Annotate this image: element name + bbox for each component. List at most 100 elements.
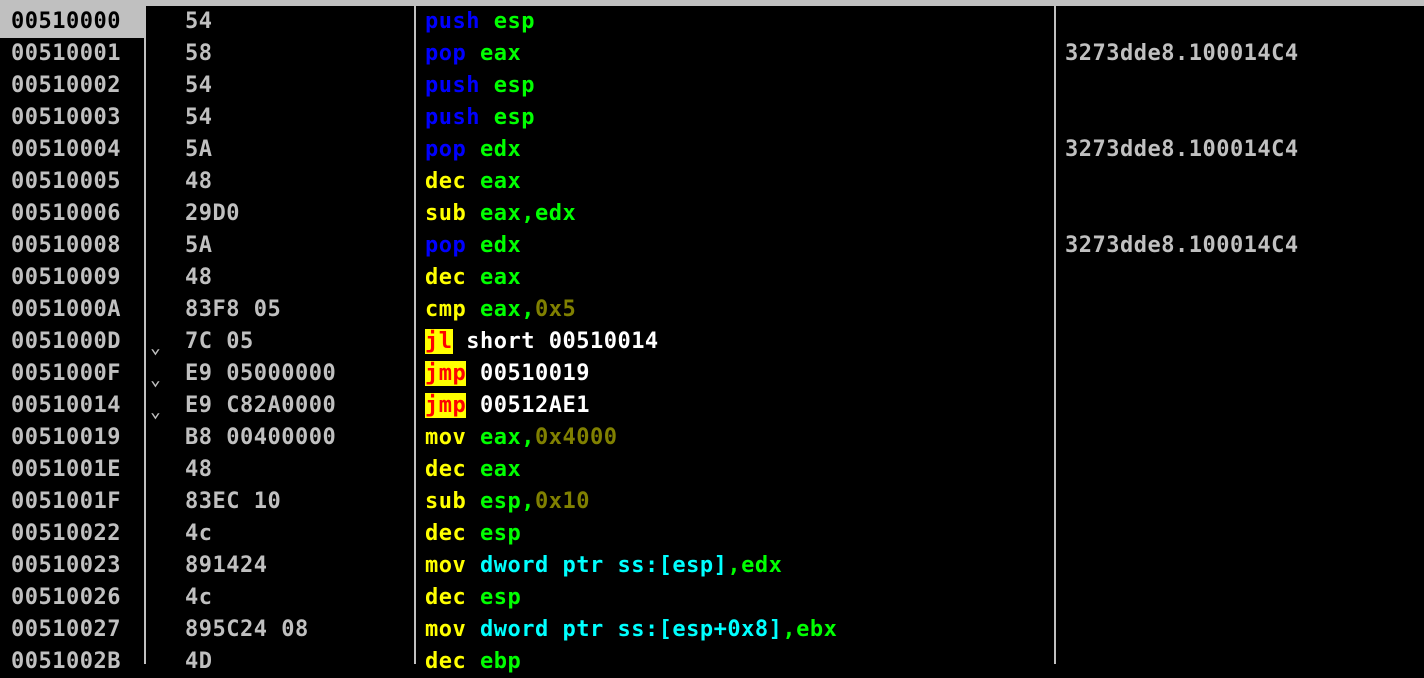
row-address[interactable]: 00510005 xyxy=(0,166,144,198)
disasm-row[interactable]: 0051000D ⌄ 7C 05 jl short 00510014 xyxy=(0,326,1424,358)
row-instruction[interactable]: mov dword ptr ss:[esp+0x8],ebx xyxy=(425,614,837,646)
row-address[interactable]: 00510027 xyxy=(0,614,144,646)
disasm-row[interactable]: 00510004 5A pop edx 3273dde8.100014C4 xyxy=(0,134,1424,166)
row-instruction[interactable]: push esp xyxy=(425,6,535,38)
row-instruction[interactable]: dec eax xyxy=(425,166,521,198)
operand: esp xyxy=(480,585,522,610)
operand xyxy=(466,265,480,290)
row-instruction[interactable]: mov dword ptr ss:[esp],edx xyxy=(425,550,782,582)
row-instruction[interactable]: sub esp,0x10 xyxy=(425,486,590,518)
operand: 00510014 xyxy=(548,329,659,354)
row-instruction[interactable]: push esp xyxy=(425,70,535,102)
mnemonic: mov xyxy=(425,425,467,450)
mnemonic: pop xyxy=(425,137,467,162)
operand: 0x10 xyxy=(534,489,590,514)
row-address[interactable]: 00510014 xyxy=(0,390,144,422)
row-instruction[interactable]: jl short 00510014 xyxy=(425,326,659,358)
row-address[interactable]: 00510003 xyxy=(0,102,144,134)
row-hex-bytes: 58 xyxy=(185,41,213,66)
disasm-row[interactable]: 00510003 54 push esp xyxy=(0,102,1424,134)
row-address[interactable]: 00510004 xyxy=(0,134,144,166)
row-instruction[interactable]: dec ebp xyxy=(425,646,521,678)
row-address[interactable]: 00510006 xyxy=(0,198,144,230)
disasm-row[interactable]: 00510001 58 pop eax 3273dde8.100014C4 xyxy=(0,38,1424,70)
disasm-row[interactable]: 0051002B 4D dec ebp xyxy=(0,646,1424,678)
row-hex-bytes: 5A xyxy=(185,137,213,162)
disasm-row[interactable]: 00510027 895C24 08 mov dword ptr ss:[esp+0… xyxy=(0,614,1424,646)
row-address[interactable]: 0051000D xyxy=(0,326,144,358)
row-instruction[interactable]: mov eax,0x4000 xyxy=(425,422,617,454)
row-address[interactable]: 00510019 xyxy=(0,422,144,454)
disasm-row[interactable]: 00510014 ⌄ E9 C82A0000 jmp 00512AE1 xyxy=(0,390,1424,422)
row-hex-bytes: E9 C82A0000 xyxy=(185,393,337,418)
disassembly-listing[interactable]: 00510000 54 push esp 00510001 58 pop eax 3273d… xyxy=(0,6,1424,678)
row-hex-bytes: 4D xyxy=(185,649,213,674)
row-comment: 3273dde8.100014C4 xyxy=(1065,41,1299,66)
operand xyxy=(466,201,480,226)
row-instruction[interactable]: jmp 00510019 xyxy=(425,358,590,390)
disasm-row[interactable]: 0051001E 48 dec eax xyxy=(0,454,1424,486)
row-address[interactable]: 00510000 xyxy=(0,6,144,38)
operand: ,ebx xyxy=(782,617,838,642)
row-instruction[interactable]: pop edx xyxy=(425,134,521,166)
row-hex-bytes: 891424 xyxy=(185,553,268,578)
row-address[interactable]: 00510002 xyxy=(0,70,144,102)
disasm-row[interactable]: 00510022 4c dec esp xyxy=(0,518,1424,550)
row-hex-bytes: 54 xyxy=(185,105,213,130)
row-hex-bytes: 7C 05 xyxy=(185,329,254,354)
row-address[interactable]: 00510001 xyxy=(0,38,144,70)
row-instruction[interactable]: push esp xyxy=(425,102,535,134)
disasm-row[interactable]: 0051001F 83EC 10 sub esp,0x10 xyxy=(0,486,1424,518)
row-hex-bytes: 48 xyxy=(185,457,213,482)
operand: esp xyxy=(493,9,535,34)
disasm-row[interactable]: 00510005 48 dec eax xyxy=(0,166,1424,198)
operand: edx xyxy=(480,233,522,258)
row-instruction[interactable]: dec esp xyxy=(425,518,521,550)
row-address[interactable]: 00510026 xyxy=(0,582,144,614)
disasm-row[interactable]: 0051000A 83F8 05 cmp eax,0x5 xyxy=(0,294,1424,326)
row-instruction[interactable]: jmp 00512AE1 xyxy=(425,390,590,422)
row-instruction[interactable]: dec eax xyxy=(425,454,521,486)
operand: ,edx xyxy=(727,553,783,578)
row-hex-bytes: 48 xyxy=(185,265,213,290)
operand: eax xyxy=(480,265,522,290)
operand: eax xyxy=(480,41,522,66)
disasm-row[interactable]: 00510019 B8 00400000 mov eax,0x4000 xyxy=(0,422,1424,454)
row-address[interactable]: 00510008 xyxy=(0,230,144,262)
operand xyxy=(466,585,480,610)
disasm-row[interactable]: 00510000 54 push esp xyxy=(0,6,1424,38)
row-instruction[interactable]: dec eax xyxy=(425,262,521,294)
disasm-row[interactable]: 00510026 4c dec esp xyxy=(0,582,1424,614)
disasm-row[interactable]: 00510002 54 push esp xyxy=(0,70,1424,102)
disasm-row[interactable]: 0051000F ⌄ E9 05000000 jmp 00510019 xyxy=(0,358,1424,390)
operand: 0x5 xyxy=(534,297,577,322)
row-instruction[interactable]: dec esp xyxy=(425,582,521,614)
row-address[interactable]: 0051000A xyxy=(0,294,144,326)
operand: eax, xyxy=(480,297,535,322)
row-address[interactable]: 00510023 xyxy=(0,550,144,582)
row-address[interactable]: 00510022 xyxy=(0,518,144,550)
row-instruction[interactable]: cmp eax,0x5 xyxy=(425,294,576,326)
disasm-row[interactable]: 00510006 29D0 sub eax,edx xyxy=(0,198,1424,230)
row-hex-bytes: 83F8 05 xyxy=(185,297,282,322)
operand xyxy=(466,617,480,642)
row-address[interactable]: 0051000F xyxy=(0,358,144,390)
operand: eax xyxy=(480,457,522,482)
row-instruction[interactable]: pop eax xyxy=(425,38,521,70)
disasm-row[interactable]: 00510009 48 dec eax xyxy=(0,262,1424,294)
operand: esp xyxy=(493,105,535,130)
row-instruction[interactable]: sub eax,edx xyxy=(425,198,576,230)
operand xyxy=(466,41,480,66)
disasm-row[interactable]: 00510023 891424 mov dword ptr ss:[esp],edx xyxy=(0,550,1424,582)
row-address[interactable]: 0051002B xyxy=(0,646,144,678)
row-address[interactable]: 00510009 xyxy=(0,262,144,294)
row-instruction[interactable]: pop edx xyxy=(425,230,521,262)
operand: dword ptr ss:[esp+0x8] xyxy=(480,617,783,642)
row-address[interactable]: 0051001F xyxy=(0,486,144,518)
operand: dword ptr ss:[esp] xyxy=(480,553,728,578)
operand: short xyxy=(452,329,549,354)
operand xyxy=(466,553,480,578)
row-address[interactable]: 0051001E xyxy=(0,454,144,486)
operand: eax,edx xyxy=(480,201,577,226)
disasm-row[interactable]: 00510008 5A pop edx 3273dde8.100014C4 xyxy=(0,230,1424,262)
